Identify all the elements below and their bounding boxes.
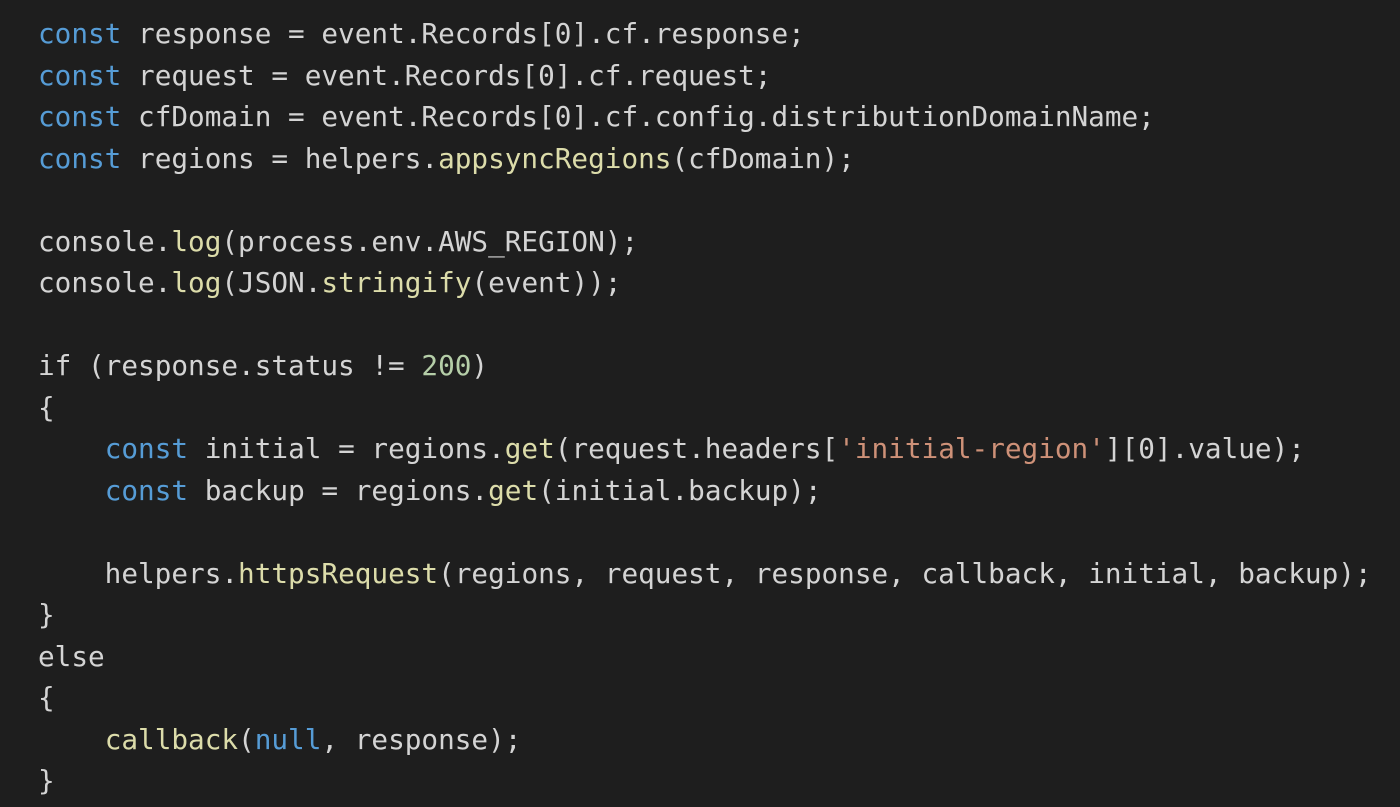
code-line: console.log(JSON.stringify(event)); (38, 262, 1372, 304)
code-token: (JSON. (221, 266, 322, 299)
code-line: } (38, 594, 1372, 636)
code-line: helpers.httpsRequest(regions, request, r… (38, 553, 1372, 595)
code-line: callback(null, response); (38, 719, 1372, 761)
code-token: , response); (321, 722, 522, 756)
code-line: else (38, 636, 1372, 678)
code-token: } (38, 598, 55, 631)
code-token: initial = regions. (188, 432, 505, 465)
code-token: 200 (421, 349, 472, 382)
code-editor[interactable]: const response = event.Records[0].cf.res… (0, 0, 1400, 807)
code-line: const regions = helpers.appsyncRegions(c… (38, 138, 1372, 180)
code-token: } (38, 764, 55, 797)
code-line: const response = event.Records[0].cf.res… (38, 13, 1372, 55)
code-token: callback (104, 722, 239, 756)
code-token: const (104, 432, 189, 465)
code-token: backup = regions. (188, 473, 489, 507)
code-line: const cfDomain = event.Records[0].cf.con… (38, 96, 1372, 138)
code-line: const backup = regions.get(initial.backu… (38, 470, 1372, 512)
code-token: get (504, 432, 555, 465)
code-token: else (38, 639, 105, 673)
code-token: (process.env.AWS_REGION); (221, 224, 639, 258)
code-token: stringify (321, 266, 472, 299)
code-token: const (104, 473, 189, 507)
code-token: console. (38, 224, 172, 258)
code-line: } (38, 760, 1372, 802)
code-token: (cfDomain); (671, 141, 855, 175)
code-token: ][0].value); (1104, 432, 1305, 465)
code-token: null (254, 722, 322, 756)
code-line: const request = event.Records[0].cf.requ… (38, 55, 1372, 97)
code-token: regions = helpers. (121, 141, 439, 175)
code-line: console.log(process.env.AWS_REGION); (38, 221, 1372, 263)
code-block[interactable]: const response = event.Records[0].cf.res… (38, 13, 1372, 802)
code-line: if (response.status != 200) (38, 345, 1372, 387)
code-token: log (171, 266, 222, 299)
code-token: const (38, 100, 122, 133)
code-token: { (38, 390, 55, 424)
code-token: { (38, 681, 55, 714)
code-token: 'initial-region' (838, 432, 1105, 465)
code-token: const (38, 141, 122, 175)
code-token: appsyncRegions (438, 141, 672, 175)
code-token: ( (238, 722, 255, 756)
code-token: (regions, request, response, callback, i… (438, 556, 1372, 590)
code-token: (event)); (471, 266, 622, 299)
code-token: cfDomain = event.Records[0].cf.config.di… (121, 100, 1155, 133)
code-line: { (38, 677, 1372, 719)
code-token: request = event.Records[0].cf.request; (121, 58, 772, 92)
code-token: get (488, 473, 539, 507)
code-token: response = event.Records[0].cf.response; (121, 17, 805, 50)
code-token: if (38, 349, 72, 382)
code-token: const (38, 58, 122, 92)
code-token: log (171, 224, 222, 258)
code-token: console. (38, 266, 172, 299)
code-line: { (38, 387, 1372, 429)
code-token: (initial.backup); (538, 473, 822, 507)
code-token: helpers. (38, 556, 239, 590)
code-token: (response.status != (71, 349, 422, 382)
code-token: (request.headers[ (554, 432, 839, 465)
code-token: ) (471, 349, 489, 382)
code-token: httpsRequest (238, 556, 439, 590)
code-line: const initial = regions.get(request.head… (38, 428, 1372, 470)
code-token: const (38, 17, 122, 50)
